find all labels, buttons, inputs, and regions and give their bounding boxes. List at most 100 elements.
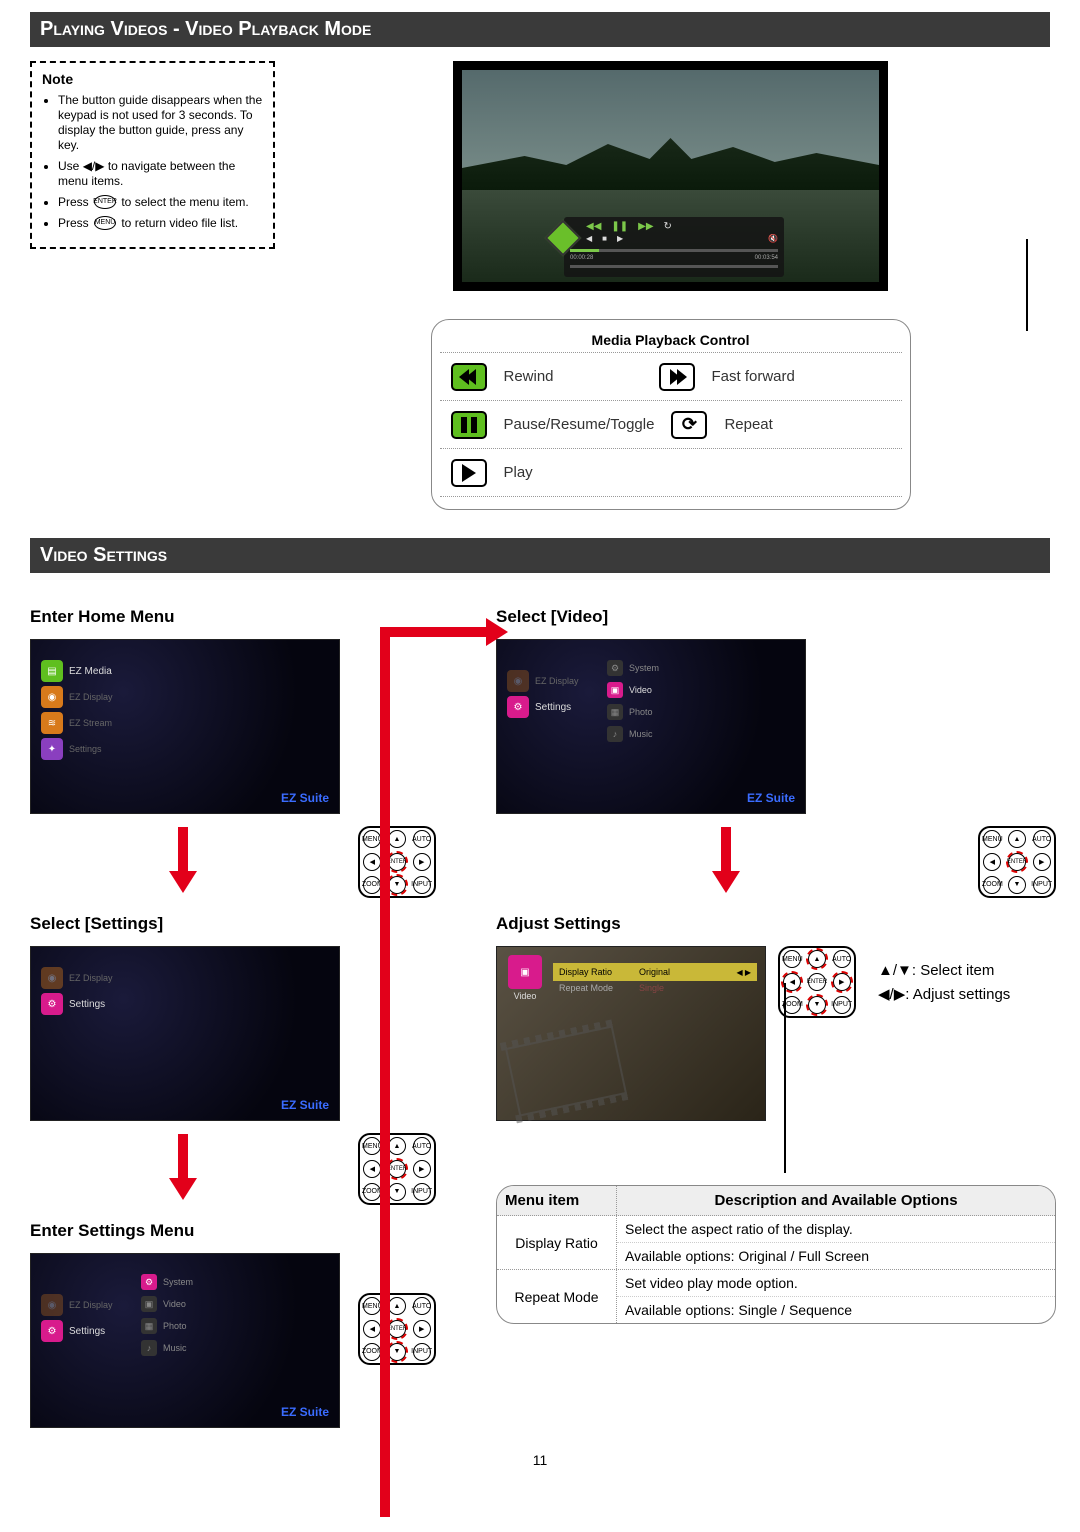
options-row-opts: Available options: Single / Sequence: [617, 1297, 1055, 1323]
music-sub-icon: ♪: [141, 1340, 157, 1356]
keypad-input-button: INPUT: [1033, 876, 1051, 894]
legend-adjust: ◀/▶: Adjust settings: [878, 985, 1010, 1003]
play-icon: [451, 459, 487, 487]
keypad-up-button: ▲: [808, 950, 826, 968]
settings-icon: ✦: [41, 738, 63, 760]
enter-icon: ENTER: [94, 195, 116, 209]
dim-icon: ◉: [507, 670, 529, 692]
home-item-label: EZ Media: [69, 666, 112, 677]
home-menu-screenshot: ▤EZ Media ◉EZ Display ≋EZ Stream ✦Settin…: [30, 639, 340, 814]
media-playback-control-table: Media Playback Control Rewind Fast forwa…: [431, 319, 911, 510]
keypad-left-button: ◀: [983, 853, 1001, 871]
pause-icon: [451, 411, 487, 439]
keypad-up-button: ▲: [1008, 830, 1026, 848]
submenu-label: Music: [629, 729, 653, 739]
settings-gear-icon: ⚙: [507, 696, 529, 718]
home-item-label: Settings: [535, 702, 571, 713]
keypad-menu-button: MENU: [363, 1137, 381, 1155]
home-item-label: EZ Stream: [69, 718, 112, 728]
rewind-label: Rewind: [498, 364, 648, 389]
section-playback-title: Playing Videos - Video Playback Mode: [30, 12, 1050, 47]
section-settings-title: Video Settings: [30, 538, 1050, 573]
red-arrow-down-icon: [712, 827, 740, 897]
home-item-label: Settings: [69, 744, 102, 754]
menu-icon: MENU: [94, 216, 116, 230]
brand-label: EZ Suite: [747, 791, 795, 805]
submenu-label: Video: [163, 1299, 186, 1309]
osd-volume-bar: [570, 265, 778, 268]
note-item: Press MENU to return video file list.: [58, 216, 263, 231]
submenu-label: System: [163, 1277, 193, 1287]
video-side-icon: ▣: [508, 955, 542, 989]
submenu-label: System: [629, 663, 659, 673]
repeat-icon: ⟳: [671, 411, 707, 439]
step-enter-home-title: Enter Home Menu: [30, 607, 436, 627]
home-item-label: EZ Display: [69, 692, 113, 702]
home-item-label: Settings: [69, 1326, 105, 1337]
note-item: The button guide disappears when the key…: [58, 93, 263, 153]
video-sub-icon: ▣: [141, 1296, 157, 1312]
red-arrow-down-icon: [169, 1134, 197, 1204]
submenu-label: Video: [629, 685, 652, 695]
settings-gear-icon: ⚙: [41, 993, 63, 1015]
submenu-label: Music: [163, 1343, 187, 1353]
ez-stream-icon: ≋: [41, 712, 63, 734]
photo-sub-icon: ▦: [141, 1318, 157, 1334]
keypad-left-button: ◀: [363, 1320, 381, 1338]
dim-icon: ◉: [41, 1294, 63, 1316]
pause-label: Pause/Resume/Toggle: [498, 412, 661, 437]
options-header-menu-item: Menu item: [497, 1186, 617, 1215]
options-header-desc: Description and Available Options: [617, 1186, 1055, 1215]
options-row-name: Repeat Mode: [497, 1270, 617, 1323]
ez-display-icon: ◉: [41, 686, 63, 708]
keypad-menu-button: MENU: [363, 1297, 381, 1315]
osd-time-elapsed: 00:00:28: [570, 255, 593, 261]
keypad-right-button: ▶: [1033, 853, 1051, 871]
keypad-input-button: INPUT: [833, 996, 851, 1014]
enter-settings-menu-screenshot: ◉EZ Display ⚙Settings ⚙System ▣Video ▦Ph…: [30, 1253, 340, 1428]
osd-rewind-icon: ◀◀: [586, 221, 601, 232]
keypad-diagram: MENU ▲ AUTO ◀ ENTER ▶ ZOOM ▼ INPUT: [978, 826, 1056, 898]
rewind-icon: [451, 363, 487, 391]
osd-ff-icon: ▶▶: [638, 221, 653, 232]
play-label: Play: [498, 460, 902, 485]
step-adjust-settings-title: Adjust Settings: [496, 914, 1056, 934]
red-connector: [380, 627, 510, 1517]
system-sub-icon: ⚙: [141, 1274, 157, 1290]
options-row-name: Display Ratio: [497, 1216, 617, 1269]
home-item-label: EZ Display: [535, 676, 579, 686]
osd-repeat-icon: ↻: [664, 221, 672, 232]
keypad-down-button: ▼: [1008, 876, 1026, 894]
options-table: Menu item Description and Available Opti…: [496, 1185, 1056, 1324]
fast-forward-icon: [659, 363, 695, 391]
fast-forward-label: Fast forward: [706, 364, 856, 389]
dim-icon: ◉: [41, 967, 63, 989]
setting-key: Display Ratio: [559, 967, 639, 977]
note-heading: Note: [42, 71, 263, 89]
note-item: Use ◀/▶ to navigate between the menu ite…: [58, 159, 263, 189]
keypad-diagram: MENU ▲ AUTO ◀ ENTER ▶ ZOOM ▼ INPUT: [778, 946, 856, 1018]
brand-label: EZ Suite: [281, 1405, 329, 1419]
osd-stop-icon: ■: [602, 234, 607, 243]
keypad-left-button: ◀: [783, 973, 801, 991]
repeat-label: Repeat: [718, 412, 868, 437]
film-strip-icon: [505, 1025, 627, 1116]
select-settings-screenshot: ◉EZ Display ⚙Settings EZ Suite: [30, 946, 340, 1121]
osd-progress-bar: [570, 249, 778, 252]
keypad-zoom-button: ZOOM: [783, 996, 801, 1014]
setting-value: Original: [639, 967, 699, 977]
settings-gear-icon: ⚙: [41, 1320, 63, 1342]
video-playback-screenshot: ◀◀ ❚❚ ▶▶ ↻ ◀ ■ ▶ 🔇 00:00:28: [453, 61, 888, 291]
setting-key: Repeat Mode: [559, 983, 639, 993]
home-item-label: EZ Display: [69, 1300, 113, 1310]
osd-panel: ◀◀ ❚❚ ▶▶ ↻ ◀ ■ ▶ 🔇 00:00:28: [564, 217, 784, 277]
osd-time-total: 00:03:54: [755, 255, 778, 261]
step-select-settings-title: Select [Settings]: [30, 914, 436, 934]
keypad-down-button: ▼: [808, 996, 826, 1014]
submenu-label: Photo: [629, 707, 653, 717]
music-sub-icon: ♪: [607, 726, 623, 742]
keypad-menu-button: MENU: [783, 950, 801, 968]
legend-select: ▲/▼: Select item: [878, 962, 1010, 979]
keypad-menu-button: MENU: [363, 830, 381, 848]
page-number: 11: [30, 1452, 1050, 1468]
